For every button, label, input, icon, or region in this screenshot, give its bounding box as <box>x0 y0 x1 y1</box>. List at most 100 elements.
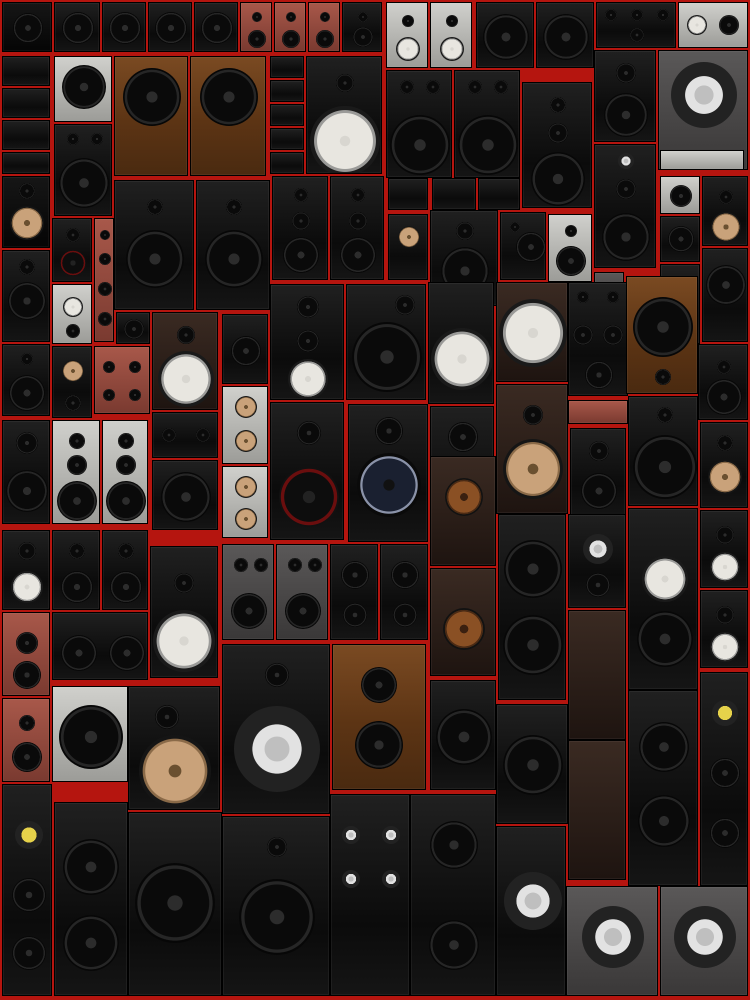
speaker-cabinet <box>348 404 428 542</box>
speaker-cabinet <box>660 176 700 214</box>
speaker-driver <box>642 556 688 602</box>
speaker-driver <box>16 432 38 454</box>
speaker-cabinet <box>94 346 150 414</box>
speaker-cabinet <box>698 344 748 420</box>
speaker-driver <box>582 906 644 968</box>
speaker-driver <box>396 37 420 61</box>
speaker-driver <box>431 328 493 390</box>
speaker-driver <box>59 705 123 769</box>
speaker-driver <box>355 721 403 769</box>
speaker-driver <box>267 837 287 857</box>
speaker-driver <box>109 635 145 671</box>
speaker-cabinet <box>276 544 328 640</box>
speaker-cabinet <box>496 704 568 824</box>
speaker-driver <box>279 467 339 527</box>
speaker-driver <box>391 561 419 589</box>
speaker-cabinet <box>346 284 426 400</box>
speaker-cabinet <box>128 686 220 810</box>
speaker-cabinet <box>222 466 268 538</box>
speaker-cabinet <box>330 176 384 280</box>
speaker-driver <box>62 65 106 109</box>
speaker-driver <box>499 299 567 367</box>
speaker-cabinet <box>52 686 128 782</box>
speaker-cabinet <box>430 568 496 676</box>
speaker-cabinet <box>496 282 568 382</box>
speaker-cabinet <box>678 2 748 48</box>
speaker-cabinet <box>150 546 218 678</box>
speaker-cabinet <box>476 2 534 68</box>
speaker-driver <box>147 199 163 215</box>
speaker-cabinet <box>270 152 304 174</box>
speaker-driver <box>252 12 262 22</box>
speaker-cabinet <box>386 2 428 68</box>
speaker-cabinet <box>54 2 100 52</box>
speaker-driver <box>99 253 111 265</box>
speaker-cabinet <box>194 2 238 52</box>
speaker-cabinet <box>102 420 148 524</box>
speaker-driver <box>129 361 141 373</box>
speaker-driver <box>585 361 613 389</box>
speaker-driver <box>468 80 482 94</box>
speaker-driver <box>712 700 738 726</box>
speaker-driver <box>288 558 302 572</box>
speaker-cabinet <box>330 794 410 996</box>
speaker-driver <box>503 615 563 675</box>
speaker-driver <box>60 250 86 276</box>
speaker-driver <box>235 476 257 498</box>
speaker-driver <box>103 361 115 373</box>
speaker-driver <box>589 441 609 461</box>
speaker-driver <box>336 74 354 92</box>
speaker-driver <box>177 326 195 344</box>
speaker-cabinet <box>2 152 50 174</box>
speaker-driver <box>448 422 478 452</box>
speaker-driver <box>361 667 397 703</box>
speaker-driver <box>687 15 707 35</box>
speaker-cabinet <box>148 2 192 52</box>
speaker-driver <box>13 661 41 689</box>
speaker-cabinet <box>702 248 748 342</box>
speaker-driver <box>109 12 141 44</box>
speaker-driver <box>719 190 733 204</box>
speaker-cabinet <box>114 56 188 176</box>
speaker-driver <box>126 230 184 288</box>
speaker-driver <box>357 453 421 517</box>
speaker-cabinet <box>94 218 114 342</box>
speaker-driver <box>234 706 320 792</box>
speaker-cabinet <box>478 178 520 210</box>
speaker-driver <box>639 722 689 772</box>
speaker-cabinet <box>548 214 592 282</box>
speaker-driver <box>69 543 85 559</box>
speaker-driver <box>548 123 568 143</box>
speaker-cabinet <box>52 612 148 680</box>
speaker-cabinet <box>190 56 266 176</box>
speaker-driver <box>716 606 734 624</box>
speaker-driver <box>510 222 520 232</box>
speaker-driver <box>436 709 492 765</box>
speaker-driver <box>353 27 373 47</box>
speaker-driver <box>605 9 617 21</box>
speaker-cabinet <box>2 56 50 86</box>
speaker-cabinet <box>430 456 496 566</box>
speaker-driver <box>161 472 211 522</box>
speaker-cabinet <box>222 544 274 640</box>
speaker-cabinet <box>128 812 222 996</box>
speaker-driver <box>631 9 643 21</box>
speaker-driver <box>98 282 112 296</box>
speaker-driver <box>706 265 746 305</box>
speaker-driver <box>139 735 211 807</box>
speaker-driver <box>657 9 669 21</box>
speaker-cabinet <box>660 150 744 170</box>
speaker-driver <box>124 319 144 339</box>
speaker-driver <box>657 407 673 423</box>
speaker-cabinet <box>116 312 150 344</box>
speaker-cabinet <box>430 2 472 68</box>
speaker-driver <box>286 12 296 22</box>
speaker-cabinet <box>386 70 452 178</box>
speaker-driver <box>67 133 79 145</box>
speaker-driver <box>708 460 742 494</box>
speaker-driver <box>15 821 43 849</box>
speaker-cabinet <box>222 314 268 384</box>
speaker-driver <box>523 405 543 425</box>
speaker-driver <box>118 543 134 559</box>
speaker-driver <box>710 758 740 788</box>
